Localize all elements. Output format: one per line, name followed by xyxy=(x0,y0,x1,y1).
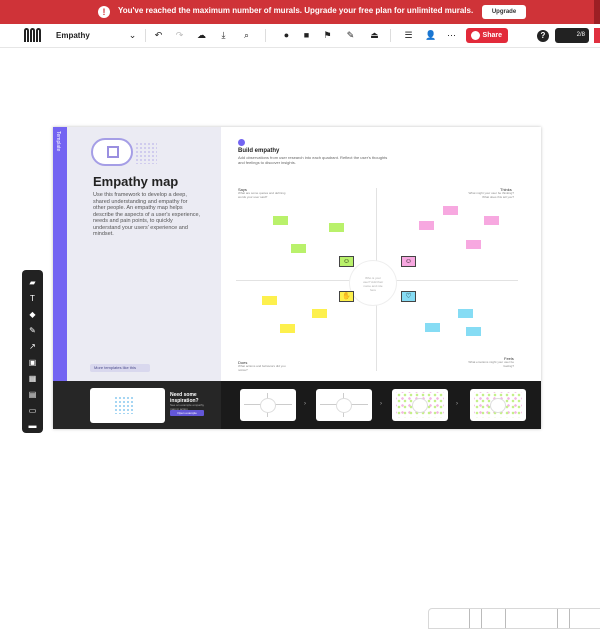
notification-badge[interactable] xyxy=(594,28,600,43)
voting-icon[interactable]: ⚑ xyxy=(323,31,332,40)
timer-icon[interactable]: ● xyxy=(282,31,291,40)
divider xyxy=(145,29,146,42)
divider xyxy=(557,609,558,628)
step-indicator-icon xyxy=(238,139,245,146)
banner-message: You've reached the maximum number of mur… xyxy=(118,6,474,15)
divider xyxy=(481,609,482,628)
upload-icon[interactable]: ▬ xyxy=(27,421,38,430)
divider xyxy=(390,29,391,42)
undo-icon[interactable]: ↶ xyxy=(154,31,163,40)
quadrant-desc-does: What actions and behaviors did you notic… xyxy=(238,364,286,372)
template-description: Use this framework to develop a deep, sh… xyxy=(93,192,201,237)
sticky-note[interactable] xyxy=(262,296,277,305)
mural-logo-icon[interactable] xyxy=(24,28,44,42)
celebrate-icon[interactable]: ✎ xyxy=(346,31,355,40)
comment-icon[interactable]: ■ xyxy=(302,31,311,40)
grid-icon[interactable]: ▦ xyxy=(27,374,38,383)
quadrant-desc-says: What are some quotes and defining words … xyxy=(238,191,286,199)
redo-icon[interactable]: ↷ xyxy=(175,31,184,40)
dot-pattern xyxy=(135,142,157,164)
step-thumbnail-1[interactable] xyxy=(240,389,296,421)
banner-edge xyxy=(594,0,600,24)
empathy-map-canvas[interactable] xyxy=(221,127,541,381)
connector-icon[interactable]: ↗ xyxy=(27,342,38,351)
says-emoji-icon[interactable]: ☺ xyxy=(339,256,354,267)
sticky-note[interactable] xyxy=(280,324,295,333)
example-thumbnail[interactable] xyxy=(90,388,165,423)
pen-icon[interactable]: ✎ xyxy=(27,326,38,335)
step-title: Build empathy xyxy=(238,148,280,154)
sticky-note[interactable] xyxy=(312,309,327,318)
sticky-note[interactable] xyxy=(291,244,306,253)
download-icon[interactable]: ⤓ xyxy=(219,31,228,40)
sticky-note[interactable] xyxy=(273,216,288,225)
step-thumbnail-2[interactable] xyxy=(316,389,372,421)
sticky-note[interactable] xyxy=(458,309,473,318)
open-example-button[interactable]: Open example xyxy=(170,410,204,416)
sticky-note[interactable] xyxy=(419,221,434,230)
cloud-icon[interactable]: ☁ xyxy=(197,31,206,40)
sticky-note[interactable] xyxy=(443,206,458,215)
upgrade-banner: ! You've reached the maximum number of m… xyxy=(0,0,600,24)
more-icon[interactable]: ⋯ xyxy=(447,31,456,40)
template-sidebar: Template xyxy=(53,127,67,381)
sticky-note[interactable] xyxy=(425,323,440,332)
warning-icon: ! xyxy=(98,6,110,18)
frame-icon[interactable]: ▭ xyxy=(27,406,38,415)
zoom-controls[interactable] xyxy=(428,608,600,629)
text-icon[interactable]: T xyxy=(27,294,38,303)
more-templates-button[interactable]: More templates like this xyxy=(90,364,150,372)
globe-icon xyxy=(471,31,480,40)
quadrant-desc-feels: What emotions might your user be feeling… xyxy=(468,360,514,368)
outline-icon[interactable]: ☰ xyxy=(404,31,413,40)
upgrade-button[interactable]: Upgrade xyxy=(482,5,526,19)
divider xyxy=(505,609,506,628)
image-icon[interactable]: ▣ xyxy=(27,358,38,367)
sticky-note[interactable] xyxy=(484,216,499,225)
divider xyxy=(265,29,266,42)
activity-button[interactable]: 2/8 xyxy=(555,28,589,43)
does-emoji-icon[interactable]: ✋ xyxy=(339,291,354,302)
divider xyxy=(569,609,570,628)
sticky-note[interactable] xyxy=(466,327,481,336)
side-tab-label: Template xyxy=(55,131,61,152)
chevron-down-icon[interactable]: ⌄ xyxy=(128,31,137,40)
search-icon[interactable]: ⌕ xyxy=(242,31,251,40)
share-button[interactable]: Share xyxy=(466,28,508,43)
arrow-right-icon: › xyxy=(380,401,382,407)
top-toolbar: Empathy ⌄ ↶ ↷ ☁ ⤓ ⌕ ● ■ ⚑ ✎ ⏏ ☰ 👤 ⋯ Shar… xyxy=(0,24,600,48)
left-toolbar: ▰ T ◆ ✎ ↗ ▣ ▦ ▤ ▭ ▬ xyxy=(22,270,43,433)
user-circle[interactable]: Who is your user? Add their name and rol… xyxy=(349,260,397,306)
center-prompt: Who is your user? Add their name and rol… xyxy=(362,276,384,292)
step-description: Add observations from user research into… xyxy=(238,155,388,165)
members-icon[interactable]: 👤 xyxy=(425,31,436,40)
step-thumbnail-3[interactable] xyxy=(392,389,448,421)
sticky-note[interactable] xyxy=(329,223,344,232)
divider xyxy=(469,609,470,628)
sticky-note-icon[interactable]: ▰ xyxy=(27,278,38,287)
quadrant-desc-thinks: What might your user be thinking? What d… xyxy=(468,191,514,199)
empathy-map-icon xyxy=(91,138,133,166)
arrow-right-icon: › xyxy=(304,401,306,407)
template-info-panel xyxy=(67,127,221,381)
table-icon[interactable]: ▤ xyxy=(27,390,38,399)
thinks-emoji-icon[interactable]: ☺ xyxy=(401,256,416,267)
feels-emoji-icon[interactable]: ♡ xyxy=(401,291,416,302)
shapes-icon[interactable]: ◆ xyxy=(27,310,38,319)
step-thumbnail-4[interactable] xyxy=(470,389,526,421)
arrow-right-icon: › xyxy=(456,401,458,407)
sticky-note[interactable] xyxy=(466,240,481,249)
mural-title[interactable]: Empathy xyxy=(56,31,90,40)
help-icon[interactable]: ? xyxy=(537,30,549,42)
lock-icon[interactable]: ⏏ xyxy=(370,31,379,40)
template-title: Empathy map xyxy=(93,174,179,189)
